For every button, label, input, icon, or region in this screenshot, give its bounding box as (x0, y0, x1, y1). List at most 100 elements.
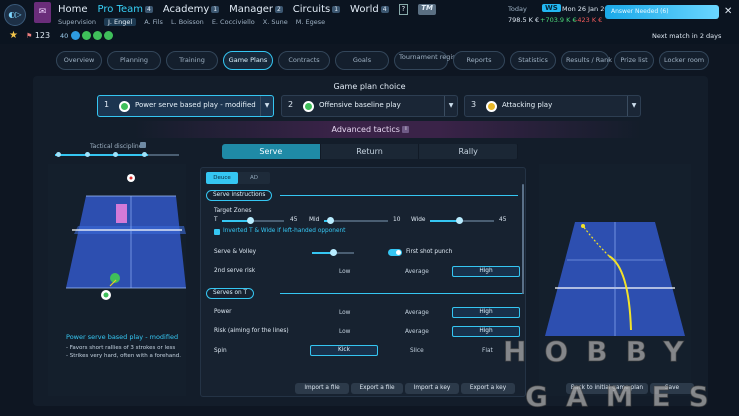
tab-results-rank[interactable]: Results / Rank (561, 51, 612, 70)
risk-label: Risk (aiming for the lines) (214, 328, 289, 334)
tab-overview[interactable]: Overview (56, 51, 102, 70)
spin-flat[interactable]: Flat (482, 348, 493, 354)
tab-statistics[interactable]: Statistics (510, 51, 556, 70)
answer-needed-button[interactable]: Answer Needed (6) (605, 5, 719, 19)
nav-academy[interactable]: Academy 1 (163, 4, 220, 15)
wide-zone-knob[interactable] (455, 217, 463, 224)
first-shot-punch-toggle[interactable] (388, 249, 402, 256)
help-button[interactable]: ? (398, 4, 409, 15)
ad-option[interactable]: AD (238, 172, 270, 184)
power-high[interactable]: High (452, 307, 520, 318)
nav-pro-team-count: 4 (145, 5, 153, 13)
subnav-e-cocciviello[interactable]: E. Cocciviello (212, 18, 255, 26)
tab-reports[interactable]: Reports (453, 51, 505, 70)
discipline-step-3[interactable] (113, 152, 118, 157)
deuce-option[interactable]: Deuce (206, 172, 238, 184)
player-card-icon[interactable]: ✉ (34, 2, 51, 23)
t-zone-knob[interactable] (246, 217, 254, 224)
top-bar: ◐▷ ✉ Home Pro Team 4 Academy 1 Manager 2 Ci… (0, 0, 739, 30)
watermark-line-2: GAMES (525, 380, 727, 413)
game-logo-icon[interactable]: ◐▷ (4, 4, 26, 26)
import-key-button[interactable]: Import a key (405, 383, 459, 394)
tab-serve[interactable]: Serve (222, 144, 321, 159)
game-plan-choice-3[interactable]: 3 Attacking play ▼ (464, 95, 641, 117)
tab-return[interactable]: Return (321, 144, 420, 159)
subnav-m-egese[interactable]: M. Egese (296, 18, 325, 26)
tab-locker-room[interactable]: Locker room (659, 51, 709, 70)
nav-world[interactable]: World 4 (350, 4, 389, 15)
subnav-supervision[interactable]: Supervision (58, 18, 96, 26)
target-zone-highlight (116, 204, 127, 223)
mid-zone-value: 10 (393, 217, 401, 223)
tm-badge[interactable]: TM (418, 4, 436, 15)
game-plan-choice-1[interactable]: 1 Power serve based play - modified ▼ (97, 95, 274, 117)
second-serve-risk-low[interactable]: Low (339, 269, 350, 275)
game-plan-choice-2[interactable]: 2 Offensive baseline play ▼ (281, 95, 458, 117)
serves-on-t-header[interactable]: Serves on T (206, 288, 255, 299)
info-icon[interactable]: i (402, 126, 410, 133)
spin-slice[interactable]: Slice (410, 348, 424, 354)
left-court-diagram (66, 174, 186, 300)
discipline-step-4[interactable] (142, 152, 147, 157)
choice-2-label: Offensive baseline play (319, 101, 401, 109)
status-health-icon (104, 31, 113, 40)
player-points: 40 (60, 32, 69, 40)
serve-volley-slider[interactable] (312, 249, 354, 256)
game-plan-caption-line-2: - Strikes very hard, often with a foreha… (66, 353, 181, 359)
second-serve-risk-average[interactable]: Average (405, 269, 429, 275)
inverted-label: Inverted T & Wide if left-handed opponen… (223, 228, 346, 234)
game-plan-caption-line-1: - Favors short rallies of 3 strokes or l… (66, 345, 176, 351)
inverted-checkbox[interactable] (214, 229, 220, 235)
mid-zone-slider[interactable] (324, 217, 388, 224)
chevron-down-icon[interactable]: ▼ (260, 96, 273, 116)
tab-tournament-registration[interactable]: Tournament registration (394, 51, 477, 70)
chevron-down-icon[interactable]: ▼ (627, 96, 640, 116)
advanced-tactics-title: Advanced tactics (331, 125, 400, 134)
tab-rally[interactable]: Rally (419, 144, 519, 159)
discipline-step-2[interactable] (85, 152, 90, 157)
nav-manager[interactable]: Manager 2 (229, 4, 283, 15)
tab-contracts[interactable]: Contracts (278, 51, 330, 70)
tab-goals[interactable]: Goals (335, 51, 389, 70)
wide-zone-slider[interactable] (430, 217, 494, 224)
subnav-l-boisson[interactable]: L. Boisson (171, 18, 204, 26)
choice-2-number: 2 (288, 100, 294, 109)
risk-low[interactable]: Low (339, 329, 350, 335)
next-match-label: Next match in 2 days (652, 32, 722, 40)
serve-volley-label: Serve & Volley (214, 249, 257, 255)
power-low[interactable]: Low (339, 310, 350, 316)
main-navigation: Home Pro Team 4 Academy 1 Manager 2 Circuit… (58, 4, 436, 15)
player-status-icons (71, 31, 113, 40)
ws-badge[interactable]: WS (542, 4, 561, 12)
risk-average[interactable]: Average (405, 329, 429, 335)
nav-pro-team[interactable]: Pro Team 4 (98, 4, 153, 15)
tab-game-plans[interactable]: Game Plans (223, 51, 273, 70)
subnav-a-fils[interactable]: A. Fils (144, 18, 163, 26)
discipline-info-icon[interactable] (140, 142, 146, 148)
discipline-step-1[interactable] (56, 152, 61, 157)
nav-home[interactable]: Home (58, 4, 88, 15)
nav-circuits[interactable]: Circuits 1 (293, 4, 341, 15)
serve-instructions-header[interactable]: Serve instructions (206, 190, 273, 201)
chevron-down-icon[interactable]: ▼ (444, 96, 457, 116)
tab-training[interactable]: Training (166, 51, 218, 70)
subnav-x-sune[interactable]: X. Sune (263, 18, 288, 26)
second-serve-risk-label: 2nd serve risk (214, 268, 256, 274)
target-zones-label: Target Zones (214, 208, 252, 214)
t-zone-slider[interactable] (222, 217, 284, 224)
section-divider (280, 195, 518, 196)
close-icon[interactable]: ✕ (724, 6, 732, 17)
serve-volley-knob[interactable] (330, 249, 337, 256)
tab-planning[interactable]: Planning (107, 51, 161, 70)
tab-prize-list[interactable]: Prize list (614, 51, 654, 70)
spin-kick[interactable]: Kick (310, 345, 378, 356)
advanced-tactics-header: Advanced tactics i (33, 121, 708, 138)
import-file-button[interactable]: Import a file (295, 383, 349, 394)
settings-scrollbar[interactable] (522, 184, 524, 294)
second-serve-risk-high[interactable]: High (452, 266, 520, 277)
wide-zone-value: 45 (499, 217, 507, 223)
subnav-j-engel[interactable]: J. Engel (103, 18, 137, 26)
power-average[interactable]: Average (405, 310, 429, 316)
deuce-ad-toggle: Deuce AD (206, 172, 270, 184)
export-file-button[interactable]: Export a file (351, 383, 403, 394)
